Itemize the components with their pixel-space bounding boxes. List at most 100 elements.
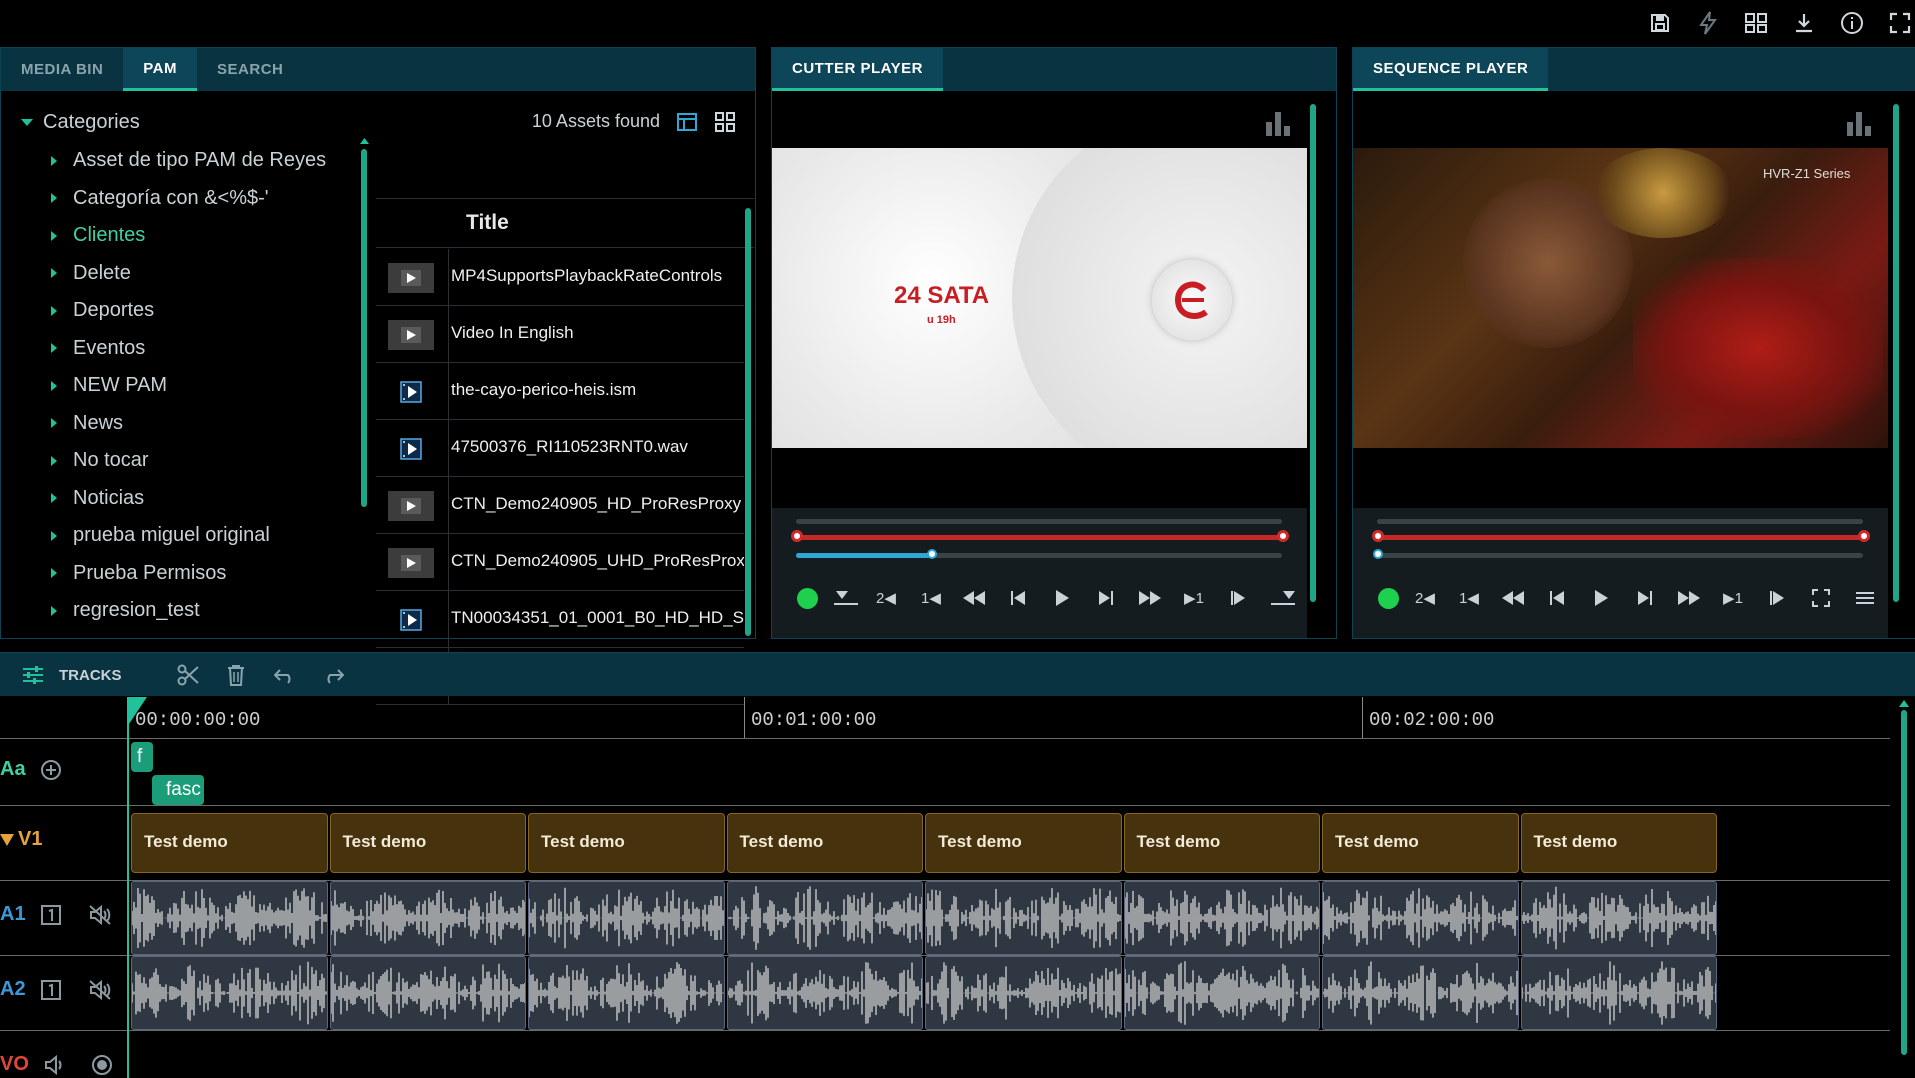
fast-forward-icon[interactable] <box>1673 578 1705 618</box>
speaker-icon[interactable] <box>43 1054 65 1075</box>
asset-row[interactable]: MP4SupportsPlaybackRateControls <box>376 249 744 306</box>
video-clip[interactable]: Test demo <box>726 813 923 873</box>
tab-cutter-player[interactable]: CUTTER PLAYER <box>772 48 943 91</box>
playhead[interactable] <box>127 697 129 1078</box>
next-frame-icon[interactable] <box>1090 578 1122 618</box>
audio-clip[interactable] <box>131 956 328 1030</box>
record-status-indicator[interactable] <box>1378 588 1399 609</box>
category-item[interactable]: Prueba Permisos <box>51 562 226 585</box>
category-item[interactable]: Clientes <box>51 224 145 247</box>
undo-icon[interactable] <box>274 653 296 697</box>
out-point-handle[interactable] <box>1858 530 1870 542</box>
audio-clip[interactable] <box>1123 956 1320 1030</box>
cutter-zoom-track[interactable] <box>796 519 1282 524</box>
video-clip[interactable]: Test demo <box>528 813 725 873</box>
menu-icon[interactable] <box>1849 578 1881 618</box>
sequence-seek-bar[interactable] <box>1377 553 1863 558</box>
scroll-up-icon[interactable] <box>1899 700 1909 707</box>
category-root[interactable]: Categories <box>21 111 140 134</box>
sequence-seek-handle[interactable] <box>1373 549 1383 559</box>
flash-icon[interactable] <box>1693 10 1723 36</box>
rewind-icon[interactable] <box>1497 578 1529 618</box>
audio-clip[interactable] <box>1322 881 1519 955</box>
fast-forward-icon[interactable] <box>1134 578 1166 618</box>
asset-row[interactable]: TN00034351_01_0001_B0_HD_HD_S <box>376 591 744 648</box>
track-name-vo[interactable]: VO <box>0 1053 29 1076</box>
tab-search[interactable]: SEARCH <box>197 48 303 91</box>
category-scrollbar[interactable] <box>361 149 367 507</box>
table-view-icon[interactable] <box>676 111 698 133</box>
play-icon[interactable] <box>1046 578 1078 618</box>
channel-1-icon[interactable] <box>40 979 62 1001</box>
asset-row[interactable]: CTN_Demo240905_HD_ProResProxy <box>376 477 744 534</box>
audio-clip[interactable] <box>1322 956 1519 1030</box>
category-item[interactable]: regresion_test <box>51 599 200 622</box>
in-point-handle[interactable] <box>1372 530 1384 542</box>
category-item[interactable]: Noticias <box>51 487 144 510</box>
tab-sequence-player[interactable]: SEQUENCE PLAYER <box>1353 48 1549 91</box>
sequence-in-out-range[interactable] <box>1377 535 1863 540</box>
in-point-handle[interactable] <box>791 530 803 542</box>
category-item[interactable]: NEW PAM <box>51 374 167 397</box>
category-item[interactable]: Delete <box>51 262 131 285</box>
category-item[interactable]: Eventos <box>51 337 145 360</box>
track-header-v1[interactable]: V1 <box>0 828 42 851</box>
category-item[interactable]: Deportes <box>51 299 154 322</box>
channel-1-icon[interactable] <box>40 904 62 926</box>
category-item[interactable]: Asset de tipo PAM de Reyes <box>51 149 326 172</box>
category-item[interactable]: Categoría con &<%$-' <box>51 187 269 210</box>
previous-frame-icon[interactable] <box>1541 578 1573 618</box>
info-icon[interactable] <box>1837 10 1867 36</box>
video-clip[interactable]: Test demo <box>1123 813 1320 873</box>
playhead-handle-icon[interactable] <box>127 697 151 729</box>
video-clip[interactable]: Test demo <box>1520 813 1717 873</box>
audio-clip[interactable] <box>1123 881 1320 955</box>
video-clip[interactable]: Test demo <box>329 813 526 873</box>
go-to-out-icon[interactable] <box>1222 578 1254 618</box>
speed-back-button[interactable]: 2◀ <box>870 578 902 618</box>
audio-clip[interactable] <box>329 956 526 1030</box>
layout-grid-icon[interactable] <box>1741 10 1771 36</box>
step-back-button[interactable]: 1◀ <box>915 578 947 618</box>
audio-clip[interactable] <box>1520 881 1717 955</box>
speed-back-button[interactable]: 2◀ <box>1409 578 1441 618</box>
asset-row[interactable]: 47500376_RI110523RNT0.wav <box>376 420 744 477</box>
timeline-ruler[interactable]: 00:00:00:00 00:01:00:00 00:02:00:00 <box>128 697 1890 739</box>
audio-clip[interactable] <box>329 881 526 955</box>
cutter-video-frame[interactable]: 24 SATA u 19h <box>772 148 1307 448</box>
audio-clip[interactable] <box>925 881 1122 955</box>
record-icon[interactable] <box>91 1054 113 1076</box>
audio-clip[interactable] <box>925 956 1122 1030</box>
asset-scrollbar[interactable] <box>745 208 751 636</box>
out-point-handle[interactable] <box>1277 530 1289 542</box>
text-clip[interactable]: fasc <box>152 775 204 805</box>
track-name-a2[interactable]: A2 <box>0 978 26 1001</box>
play-icon[interactable] <box>1585 578 1617 618</box>
fullscreen-icon[interactable] <box>1885 10 1915 36</box>
audio-meter-icon[interactable] <box>1264 110 1292 136</box>
step-forward-button[interactable]: ▶1 <box>1178 578 1210 618</box>
audio-clip[interactable] <box>726 956 923 1030</box>
redo-icon[interactable] <box>322 653 344 697</box>
cutter-seek-bar[interactable] <box>796 553 1282 558</box>
audio-meter-icon[interactable] <box>1845 110 1873 136</box>
video-clip[interactable]: Test demo <box>925 813 1122 873</box>
cutter-in-out-range[interactable] <box>796 535 1282 540</box>
audio-clip[interactable] <box>726 881 923 955</box>
rewind-icon[interactable] <box>958 578 990 618</box>
tracks-settings-icon[interactable] <box>22 653 44 697</box>
download-icon[interactable] <box>1789 10 1819 36</box>
cutter-scrollbar[interactable] <box>1310 104 1316 602</box>
track-name-a1[interactable]: A1 <box>0 903 26 926</box>
category-item[interactable]: prueba miguel original <box>51 524 270 547</box>
asset-row[interactable]: Video In English <box>376 306 744 363</box>
text-clip[interactable]: f <box>131 742 153 772</box>
category-item[interactable]: News <box>51 412 123 435</box>
triangle-down-icon[interactable] <box>0 833 14 846</box>
step-forward-button[interactable]: ▶1 <box>1717 578 1749 618</box>
mute-icon[interactable] <box>88 979 112 1001</box>
sequence-zoom-track[interactable] <box>1377 519 1863 524</box>
timeline-scrollbar[interactable] <box>1901 710 1907 1055</box>
step-back-button[interactable]: 1◀ <box>1453 578 1485 618</box>
asset-row[interactable]: CTN_Demo240905_UHD_ProResProxy <box>376 534 744 591</box>
